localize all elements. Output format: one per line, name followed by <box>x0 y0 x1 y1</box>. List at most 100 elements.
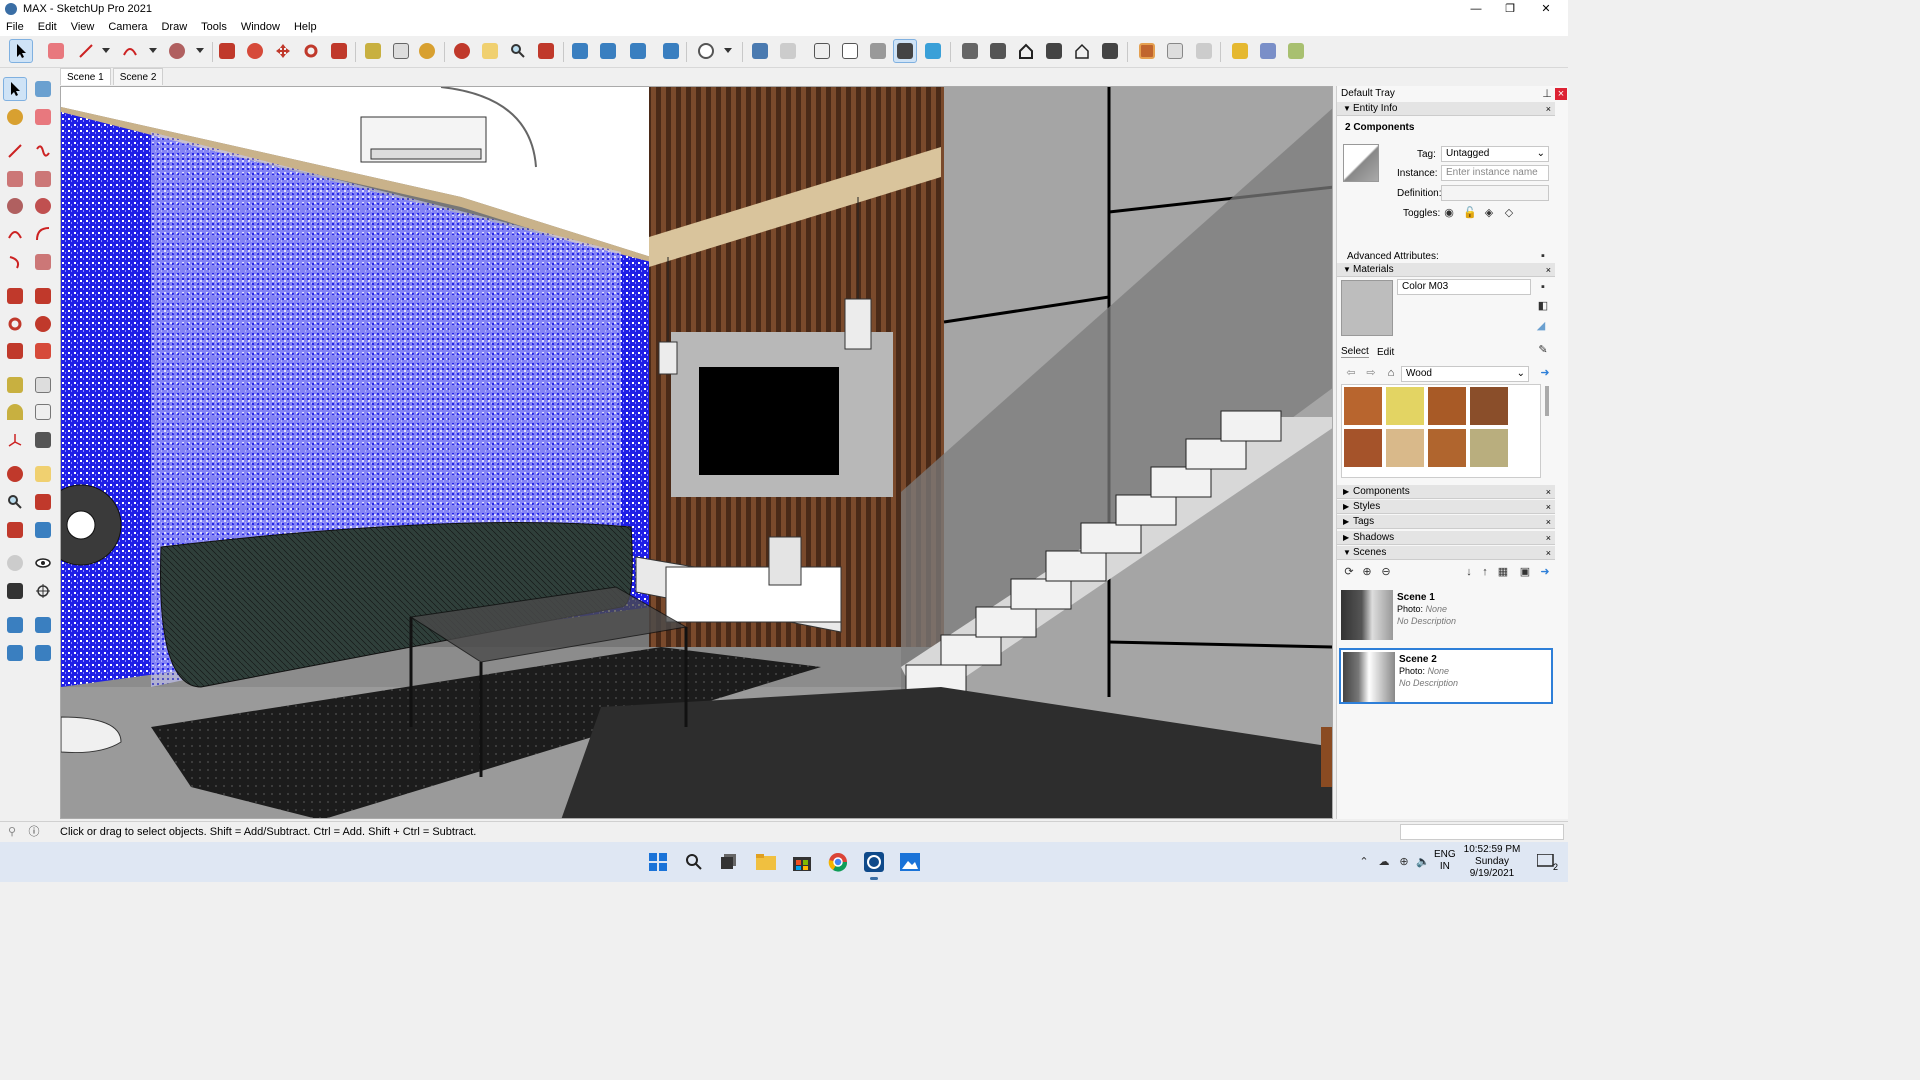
sandbox-from-contours-icon[interactable] <box>568 39 592 63</box>
tab-scene-2[interactable]: Scene 2 <box>112 68 164 85</box>
scene-details-arrow-icon[interactable]: ➜ <box>1539 566 1551 578</box>
system-clock[interactable]: 10:52:59 PM Sunday 9/19/2021 <box>1462 844 1522 880</box>
rectangle-icon[interactable] <box>3 167 27 191</box>
components-header[interactable]: ▶ Components × <box>1337 485 1555 499</box>
forward-arrow-icon[interactable]: ⇨ <box>1365 367 1377 379</box>
zoom-icon[interactable] <box>3 490 27 514</box>
stamp-icon[interactable] <box>31 641 55 665</box>
wireframe-icon[interactable] <box>810 39 834 63</box>
panel-close-icon[interactable]: × <box>1546 531 1551 545</box>
scale-icon[interactable] <box>327 39 351 63</box>
materials-tab-edit[interactable]: Edit <box>1377 347 1394 358</box>
sandbox-from-scratch-icon[interactable] <box>596 39 620 63</box>
volume-icon[interactable]: 🔈 <box>1416 856 1430 868</box>
circle-tool-icon[interactable] <box>3 194 27 218</box>
tab-scene-1[interactable]: Scene 1 <box>60 68 111 85</box>
zoom-extents-icon[interactable] <box>3 518 27 542</box>
arc-dropdown-icon[interactable] <box>141 39 165 63</box>
photos-icon[interactable] <box>898 850 922 874</box>
material-swatch[interactable] <box>1428 387 1466 425</box>
pin-icon[interactable]: ⊥ <box>1541 88 1553 100</box>
shape-dropdown-icon[interactable] <box>188 39 212 63</box>
smoove-icon[interactable] <box>3 641 27 665</box>
display-section-cuts-icon[interactable] <box>1192 39 1216 63</box>
instance-name-input[interactable]: Enter instance name <box>1441 165 1549 181</box>
line-dropdown-icon[interactable] <box>94 39 118 63</box>
sample-paint-icon[interactable]: ✎ <box>1537 344 1549 356</box>
swatch-scrollbar[interactable] <box>1545 386 1549 416</box>
file-explorer-icon[interactable] <box>754 850 778 874</box>
task-view-icon[interactable] <box>718 850 742 874</box>
paint-bucket-icon[interactable] <box>3 105 27 129</box>
microsoft-store-icon[interactable] <box>790 850 814 874</box>
orbit-icon[interactable] <box>450 39 474 63</box>
text-tool-icon[interactable] <box>31 400 55 424</box>
pan-hand-icon[interactable] <box>31 462 55 486</box>
minimize-button[interactable]: — <box>1458 0 1494 18</box>
look-around-icon[interactable] <box>31 551 55 575</box>
stamp-icon[interactable] <box>659 39 683 63</box>
section-plane-icon[interactable] <box>31 579 55 603</box>
scenes-header[interactable]: ▼ Scenes × <box>1337 546 1555 560</box>
arc-tool-icon[interactable] <box>3 222 27 246</box>
create-material-icon[interactable]: ◧ <box>1537 300 1549 312</box>
maximize-button[interactable]: ❐ <box>1492 0 1528 18</box>
onedrive-icon[interactable]: ☁ <box>1378 856 1390 868</box>
material-swatch[interactable] <box>1428 429 1466 467</box>
instructor-info-icon[interactable]: ⓘ <box>28 826 40 838</box>
walk-icon[interactable] <box>3 579 27 603</box>
position-camera-icon[interactable] <box>3 551 27 575</box>
view-options-icon[interactable]: ▦ <box>1497 566 1509 578</box>
back-arrow-icon[interactable]: ⇦ <box>1345 367 1357 379</box>
menu-draw[interactable]: Draw <box>161 21 187 33</box>
menu-window[interactable]: Window <box>241 21 280 33</box>
protractor-icon[interactable] <box>3 400 27 424</box>
front-view-icon[interactable] <box>1014 39 1038 63</box>
freehand-icon[interactable] <box>31 139 55 163</box>
zoom-icon[interactable] <box>506 39 530 63</box>
line-tool-icon[interactable] <box>3 139 27 163</box>
notification-icon[interactable]: 2 <box>1534 850 1558 874</box>
two-point-arc-icon[interactable] <box>31 222 55 246</box>
scale-icon[interactable] <box>3 339 27 363</box>
panel-close-icon[interactable]: × <box>1546 485 1551 499</box>
close-button[interactable]: ✕ <box>1528 0 1564 18</box>
back-view-icon[interactable] <box>1070 39 1094 63</box>
shaded-icon[interactable] <box>866 39 890 63</box>
3d-text-icon[interactable] <box>31 428 55 452</box>
arc-tool-icon[interactable] <box>118 39 142 63</box>
tags-header[interactable]: ▶ Tags × <box>1337 515 1555 529</box>
measurements-box[interactable] <box>1400 824 1564 840</box>
scene-list-item-selected[interactable]: Scene 2 Photo: None No Description <box>1339 648 1553 704</box>
update-scene-icon[interactable]: ⟳ <box>1343 566 1355 578</box>
monochrome-icon[interactable] <box>921 39 945 63</box>
menu-tools[interactable]: Tools <box>201 21 227 33</box>
rotated-rectangle-icon[interactable] <box>31 167 55 191</box>
three-point-arc-icon[interactable] <box>3 250 27 274</box>
panel-close-icon[interactable]: × <box>1546 102 1551 116</box>
move-icon[interactable] <box>3 284 27 308</box>
entity-info-header[interactable]: ▼ Entity Info × <box>1337 102 1555 116</box>
show-hidden-icons-icon[interactable]: ⌃ <box>1358 856 1370 868</box>
cast-shadows-icon[interactable]: ◇ <box>1503 207 1515 219</box>
previous-view-icon[interactable] <box>31 518 55 542</box>
move-scene-up-icon[interactable]: ↑ <box>1479 566 1491 578</box>
network-icon[interactable]: ⊕ <box>1398 856 1410 868</box>
material-swatch[interactable] <box>1386 387 1424 425</box>
menu-view[interactable]: View <box>71 21 95 33</box>
sandbox-from-scratch-icon[interactable] <box>31 613 55 637</box>
hidden-line-icon[interactable] <box>838 39 862 63</box>
eraser-icon[interactable] <box>31 105 55 129</box>
tray-close-icon[interactable]: × <box>1555 88 1567 100</box>
scene-list-item[interactable]: Scene 1 Photo: None No Description <box>1339 588 1553 644</box>
push-pull-icon[interactable] <box>31 284 55 308</box>
shaded-with-textures-icon[interactable] <box>893 39 917 63</box>
xray-icon[interactable] <box>748 39 772 63</box>
push-pull-icon[interactable] <box>215 39 239 63</box>
follow-me-icon[interactable] <box>31 312 55 336</box>
follow-me-icon[interactable] <box>243 39 267 63</box>
select-tool-icon[interactable] <box>3 77 27 101</box>
sandbox-from-contours-icon[interactable] <box>3 613 27 637</box>
top-view-icon[interactable] <box>986 39 1010 63</box>
pie-icon[interactable] <box>31 250 55 274</box>
